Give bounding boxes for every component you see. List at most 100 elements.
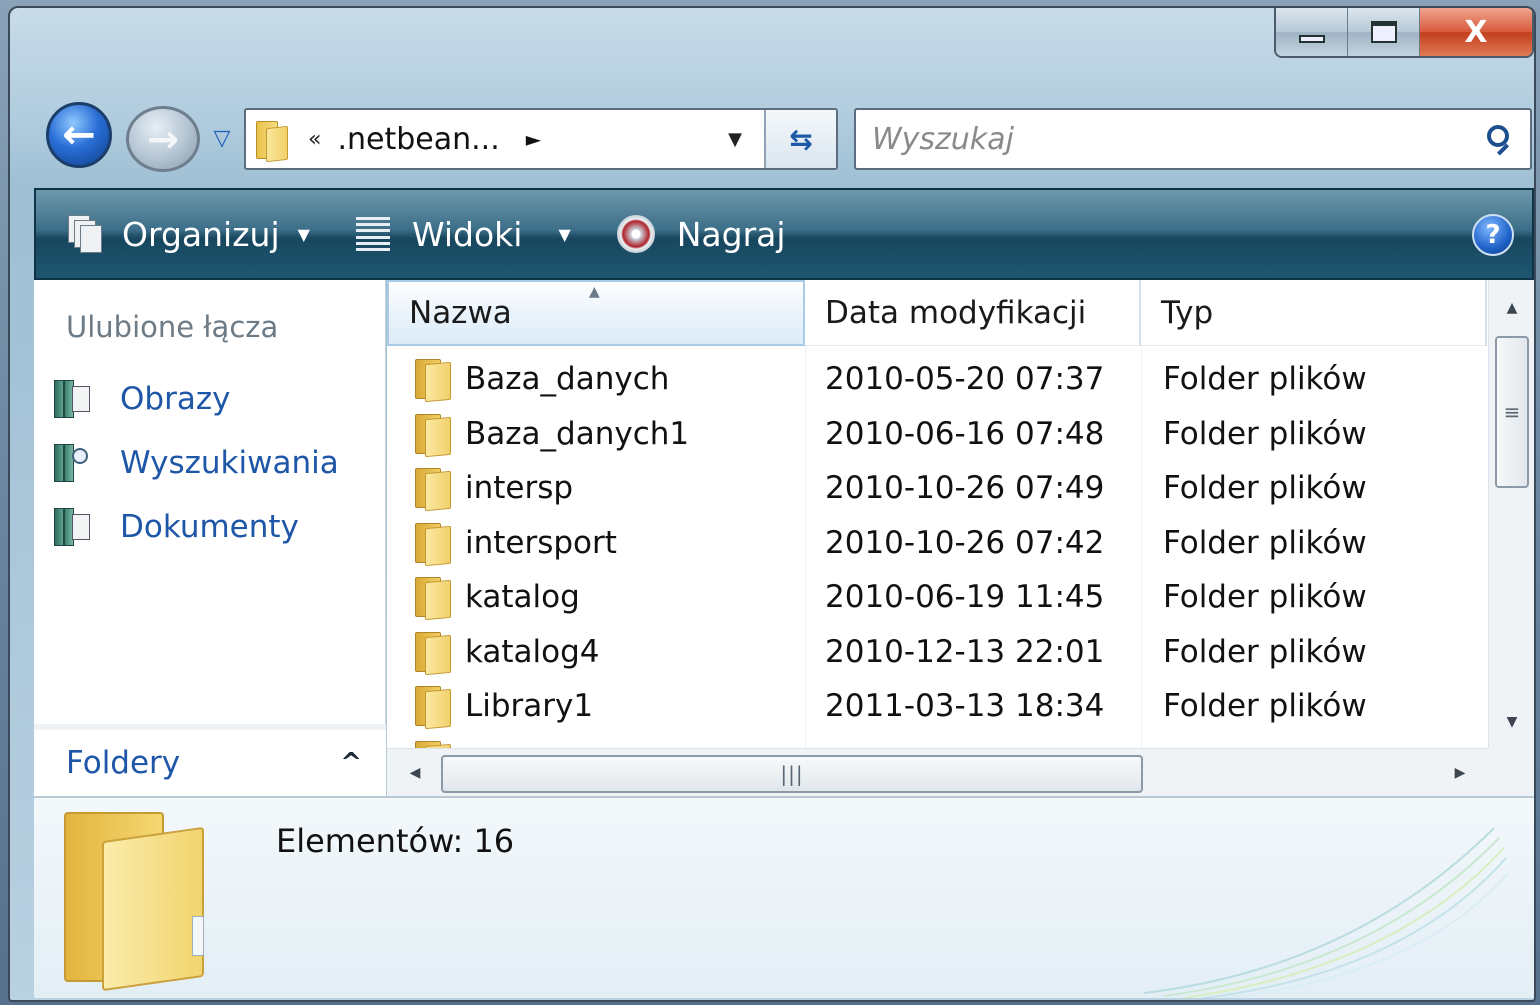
file-name: katalog4 xyxy=(465,633,600,670)
arrow-right-icon: → xyxy=(147,117,179,161)
search-box xyxy=(854,108,1532,170)
hidden-path-chevron[interactable]: « xyxy=(308,127,321,152)
file-list: ▲ Nazwa Data modyfikacji Typ Baza_danych… xyxy=(387,280,1534,796)
folder-icon xyxy=(415,575,451,621)
file-type: Folder plików xyxy=(1163,688,1367,725)
search-icon[interactable] xyxy=(1466,110,1530,168)
breadcrumb-segment[interactable]: .netbean... xyxy=(337,122,499,157)
folders-label: Foldery xyxy=(66,745,181,781)
pictures-library-icon xyxy=(54,380,90,418)
breadcrumb-arrow-icon[interactable]: ► xyxy=(526,127,541,151)
chevron-down-icon: ▽ xyxy=(213,125,231,151)
explorer-window: X ← → ▽ « .netbean... ► ▼ ⇆ Organizuj ▼ … xyxy=(8,6,1536,1002)
folder-icon xyxy=(415,739,451,748)
back-button[interactable]: ← xyxy=(46,102,112,168)
minimize-icon xyxy=(1298,35,1325,43)
close-button[interactable]: X xyxy=(1420,8,1532,56)
caption-buttons: X xyxy=(1274,8,1534,58)
column-header-label: Typ xyxy=(1161,295,1214,331)
organize-menu-button[interactable]: Organizuj ▼ xyxy=(60,190,318,278)
maximize-icon xyxy=(1370,21,1397,43)
column-header-type[interactable]: Typ xyxy=(1141,280,1487,346)
file-date: 2011-03-13 18:34 xyxy=(825,688,1105,725)
scroll-left-icon[interactable]: ◀ xyxy=(393,749,437,797)
file-date: 2010-06-16 07:48 xyxy=(825,415,1105,452)
title-bar: X xyxy=(10,8,1534,88)
file-date: 2010-05-20 07:37 xyxy=(825,361,1105,398)
recent-pages-dropdown[interactable]: ▽ xyxy=(208,124,236,152)
file-date: 2010-10-26 07:49 xyxy=(825,470,1105,507)
searches-library-icon xyxy=(54,444,90,482)
scroll-right-icon[interactable]: ▶ xyxy=(1438,749,1482,797)
vertical-scroll-thumb[interactable]: ≡ xyxy=(1495,336,1529,488)
horizontal-scroll-thumb[interactable]: ||| xyxy=(441,755,1143,793)
folders-toggle[interactable]: Foldery ^ xyxy=(34,724,386,796)
sidebar-item-label: Dokumenty xyxy=(120,509,299,545)
file-name: intersp xyxy=(465,470,574,507)
details-pane: Elementów: 16 xyxy=(34,796,1534,998)
command-bar: Organizuj ▼ Widoki ▼ Nagraj ? xyxy=(34,188,1534,280)
views-label: Widoki xyxy=(411,214,523,254)
table-row[interactable]: Baza_danych1 2010-06-16 07:48 Folder pli… xyxy=(387,407,1487,462)
folder-thumbnail-icon xyxy=(64,812,214,992)
folder-icon xyxy=(415,357,451,403)
folder-icon xyxy=(415,630,451,675)
sidebar-item-label: Wyszukiwania xyxy=(120,445,339,481)
documents-library-icon xyxy=(54,508,90,546)
views-icon xyxy=(355,217,390,251)
table-row[interactable]: katalog 2010-06-19 11:45 Folder plików xyxy=(387,570,1487,625)
column-header-date[interactable]: Data modyfikacji xyxy=(805,280,1141,346)
scroll-down-icon[interactable]: ▼ xyxy=(1489,700,1534,744)
file-type: Folder plików xyxy=(1163,579,1367,616)
file-name: Baza_danych xyxy=(465,361,670,398)
table-row[interactable]: intersp 2010-10-26 07:49 Folder plików xyxy=(387,461,1487,516)
sort-ascending-icon: ▲ xyxy=(589,284,600,300)
forward-button[interactable]: → xyxy=(126,106,200,172)
minimize-button[interactable] xyxy=(1276,8,1348,56)
refresh-button[interactable]: ⇆ xyxy=(764,110,836,168)
decorative-swoosh xyxy=(1143,827,1509,998)
table-row[interactable]: Library1 2011-03-13 18:34 Folder plików xyxy=(387,679,1487,734)
views-menu-button[interactable]: Widoki ▼ xyxy=(348,190,579,278)
file-name: katalog xyxy=(465,579,580,616)
column-header-row: ▲ Nazwa Data modyfikacji Typ xyxy=(387,280,1487,346)
table-row[interactable]: katalog4 2010-12-13 22:01 Folder plików xyxy=(387,625,1487,680)
horizontal-scrollbar[interactable]: ◀ ||| ▶ xyxy=(387,748,1488,796)
organize-label: Organizuj xyxy=(122,214,280,254)
chevron-down-icon: ▼ xyxy=(558,224,571,244)
folder-icon xyxy=(415,684,451,730)
sidebar-item-documents[interactable]: Dokumenty xyxy=(54,508,299,546)
vertical-scrollbar[interactable]: ▲ ≡ ▼ xyxy=(1488,280,1534,748)
folder-icon xyxy=(256,117,290,163)
burn-button[interactable]: Nagraj xyxy=(609,190,794,278)
column-header-label: Nazwa xyxy=(409,295,512,331)
file-date: 2010-12-13 22:01 xyxy=(825,633,1105,670)
file-name: Baza_danych1 xyxy=(465,415,690,452)
scroll-up-icon[interactable]: ▲ xyxy=(1489,286,1534,330)
maximize-button[interactable] xyxy=(1348,8,1420,56)
file-date: 2010-10-26 07:42 xyxy=(825,524,1105,561)
file-name: intersport xyxy=(465,524,617,561)
address-dropdown-button[interactable]: ▼ xyxy=(710,110,760,168)
file-type: Folder plików xyxy=(1163,470,1367,507)
item-count: Elementów: 16 xyxy=(276,822,515,860)
sidebar-item-searches[interactable]: Wyszukiwania xyxy=(54,444,339,482)
table-row-partial[interactable] xyxy=(387,734,1487,748)
folder-icon xyxy=(415,521,451,566)
column-header-label: Data modyfikacji xyxy=(825,295,1087,331)
disc-burn-icon xyxy=(616,215,655,253)
favorite-links-title: Ulubione łącza xyxy=(66,310,279,344)
help-icon[interactable]: ? xyxy=(1472,214,1514,256)
organize-icon xyxy=(68,215,102,253)
burn-label: Nagraj xyxy=(676,214,786,254)
sidebar-item-pictures[interactable]: Obrazy xyxy=(54,380,230,418)
file-type: Folder plików xyxy=(1163,415,1367,452)
search-input[interactable] xyxy=(856,110,1466,168)
table-row[interactable]: intersport 2010-10-26 07:42 Folder plikó… xyxy=(387,516,1487,571)
file-type: Folder plików xyxy=(1163,361,1367,398)
close-icon: X xyxy=(1464,14,1488,50)
column-header-name[interactable]: ▲ Nazwa xyxy=(387,280,805,346)
table-row[interactable]: Baza_danych 2010-05-20 07:37 Folder plik… xyxy=(387,352,1487,407)
folder-icon xyxy=(415,412,451,457)
address-bar[interactable]: « .netbean... ► ▼ ⇆ xyxy=(244,108,838,170)
